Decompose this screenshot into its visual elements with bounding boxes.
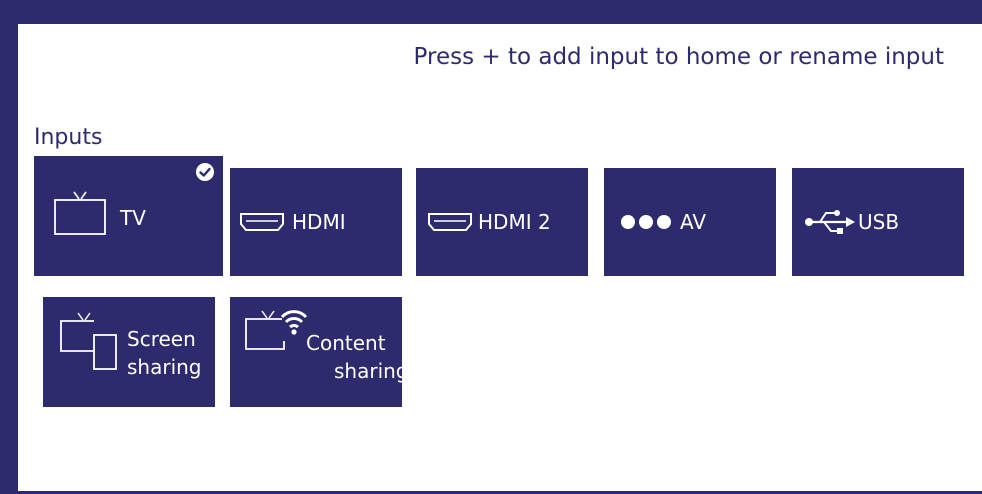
input-tile-label: TV [120, 206, 146, 230]
input-tile-label: HDMI [292, 210, 346, 234]
selected-check-icon [196, 163, 214, 181]
section-title-inputs: Inputs [34, 125, 103, 150]
hdmi-port-icon [240, 213, 284, 231]
input-tile-hdmi-2[interactable]: HDMI 2 [416, 168, 588, 276]
av-dots-icon [621, 215, 671, 229]
input-tile-label-line2: sharing [127, 355, 202, 379]
tv-icon [54, 191, 106, 235]
input-tile-hdmi[interactable]: HDMI [230, 168, 402, 276]
input-tile-label-line1: Screen [127, 327, 196, 351]
hint-text: Press + to add input to home or rename i… [413, 44, 944, 70]
input-tile-label-line2: sharing [334, 359, 409, 383]
input-tile-screen-sharing[interactable]: Screen sharing [43, 297, 215, 407]
input-tile-av[interactable]: AV [604, 168, 776, 276]
input-tile-label: HDMI 2 [478, 210, 551, 234]
screen-sharing-icon [60, 312, 117, 370]
usb-icon [805, 210, 855, 234]
input-tile-tv[interactable]: TV [34, 156, 223, 276]
input-tile-label: AV [680, 210, 707, 234]
input-tile-label: USB [858, 210, 900, 234]
input-tile-label-line1: Content [306, 331, 386, 355]
input-tile-usb[interactable]: USB [792, 168, 964, 276]
hdmi-port-icon [428, 213, 472, 231]
input-tile-content-sharing[interactable]: Content sharing [230, 297, 409, 407]
